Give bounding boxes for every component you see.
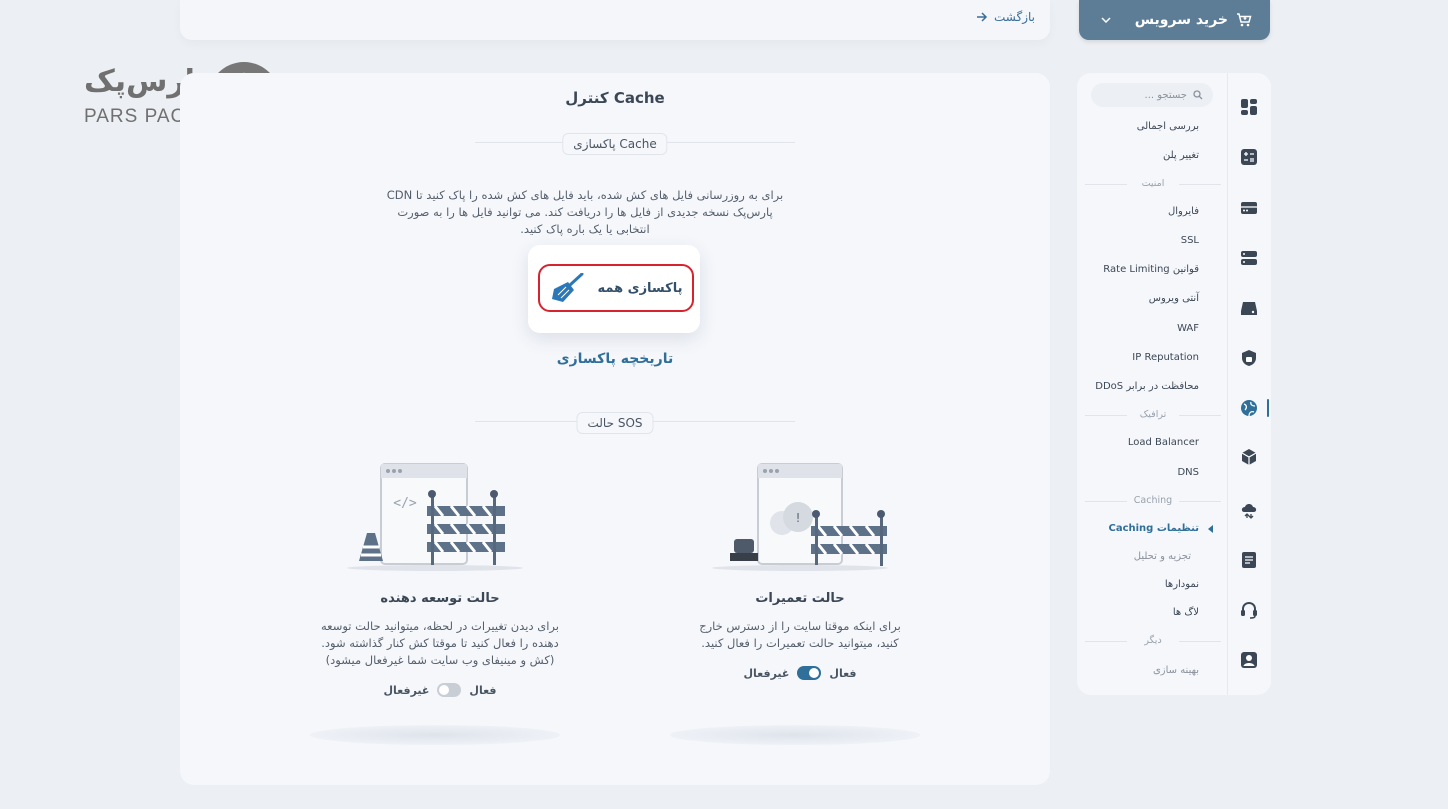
sidebar-item-ddos[interactable]: محافظت در برابر DDoS <box>1095 381 1199 392</box>
toggle-off-label: غیرفعال <box>383 683 430 697</box>
globe-icon[interactable] <box>1240 399 1258 417</box>
sidebar-item-ip-reputation[interactable]: IP Reputation <box>1132 352 1199 363</box>
sidebar-item-ssl[interactable]: SSL <box>1181 235 1199 246</box>
search-placeholder: جستجو ... <box>1144 89 1187 101</box>
other-heading: دیگر <box>1085 635 1221 646</box>
dashboard-icon[interactable] <box>1240 98 1258 116</box>
maintenance-title: حالت تعمیرات <box>755 591 845 606</box>
sidebar-item-caching-settings[interactable]: تنظیمات Caching <box>1109 523 1200 534</box>
svg-text:</>: </> <box>393 496 417 511</box>
database-icon[interactable] <box>1240 249 1258 267</box>
toggle-off-label: غیرفعال <box>743 666 790 680</box>
developer-mode: حالت توسعه دهنده برای دیدن تغییرات در لح… <box>290 591 590 697</box>
buy-service-button[interactable]: خرید سرویس <box>1079 0 1270 40</box>
user-icon[interactable] <box>1240 651 1258 669</box>
broom-icon <box>551 273 584 302</box>
buy-service-label: خرید سرویس <box>1134 12 1228 28</box>
sidebar-item-antivirus[interactable]: آنتی ویروس <box>1149 293 1199 304</box>
developer-toggle[interactable] <box>437 683 462 697</box>
sos-section-tag: حالت SOS <box>576 412 654 434</box>
developer-title: حالت توسعه دهنده <box>380 591 500 606</box>
sidebar-item-firewall[interactable]: فایروال <box>1168 206 1199 217</box>
sidebar-item-overview[interactable]: بررسی اجمالی <box>1137 121 1199 132</box>
back-link[interactable]: بازگشت <box>976 10 1035 24</box>
card-shadow <box>310 725 560 745</box>
maintenance-toggle-row: فعال غیرفعال <box>650 666 950 680</box>
purge-section-tag: پاکسازی Cache <box>562 133 668 155</box>
sidebar-item-logs[interactable]: لاگ ها <box>1173 607 1199 618</box>
developer-description: برای دیدن تغییرات در لحظه، میتوانید حالت… <box>321 619 559 667</box>
svg-text:!: ! <box>796 511 801 525</box>
maintenance-toggle[interactable] <box>797 666 822 680</box>
developer-toggle-row: فعال غیرفعال <box>290 683 590 697</box>
caching-heading: Caching <box>1085 495 1221 506</box>
sidebar-icon-rail <box>1227 73 1271 695</box>
traffic-heading: ترافیک <box>1085 409 1221 420</box>
sidebar-item-charts[interactable]: نمودارها <box>1165 579 1199 590</box>
sidebar-menu: جستجو ... بررسی اجمالی تغییر پلن امنیت ف… <box>1077 73 1227 695</box>
maintenance-description: برای اینکه موقتا سایت را از دسترس خارج ک… <box>699 619 901 650</box>
purge-all-button[interactable]: پاکسازی همه <box>538 264 694 312</box>
cache-control-panel: کنترل Cache پاکسازی Cache برای به روزرسا… <box>180 73 1050 785</box>
top-bar: بازگشت <box>180 0 1050 40</box>
maintenance-mode: حالت تعمیرات برای اینکه موقتا سایت را از… <box>650 591 950 680</box>
sidebar-item-dns[interactable]: DNS <box>1177 467 1199 478</box>
search-icon <box>1193 90 1203 100</box>
sidebar: جستجو ... بررسی اجمالی تغییر پلن امنیت ف… <box>1077 73 1271 695</box>
sidebar-item-optimization[interactable]: بهینه سازی <box>1153 665 1199 676</box>
page-title: کنترل Cache <box>565 89 665 107</box>
lock-icon[interactable] <box>1240 349 1258 367</box>
sidebar-item-analysis[interactable]: تجزیه و تحلیل <box>1134 551 1191 562</box>
arrow-right-icon <box>977 12 988 22</box>
back-label: بازگشت <box>994 10 1035 24</box>
sidebar-item-load-balancer[interactable]: Load Balancer <box>1128 437 1199 448</box>
sidebar-search-input[interactable]: جستجو ... <box>1091 83 1213 107</box>
purge-all-card: پاکسازی همه <box>528 245 700 333</box>
active-caret-icon <box>1208 525 1213 533</box>
developer-illustration: </> <box>347 463 523 571</box>
cloud-sync-icon[interactable] <box>1240 501 1258 519</box>
security-heading: امنیت <box>1085 178 1221 189</box>
chevron-down-icon <box>1101 17 1111 23</box>
sidebar-item-rate-limiting[interactable]: قوانین Rate Limiting <box>1103 264 1199 275</box>
calculator-icon[interactable] <box>1240 148 1258 166</box>
headset-icon[interactable] <box>1240 601 1258 619</box>
purge-description: برای به روزرسانی فایل های کش شده، باید ف… <box>386 188 784 236</box>
purge-all-label: پاکسازی همه <box>597 280 683 296</box>
active-rail-indicator <box>1267 399 1269 417</box>
storage-icon[interactable] <box>1240 299 1258 317</box>
sidebar-item-change-plan[interactable]: تغییر پلن <box>1163 150 1199 161</box>
maintenance-illustration: ! <box>712 463 888 571</box>
card-shadow <box>670 725 920 745</box>
purge-history-link[interactable]: تاریخچه پاکسازی <box>180 351 1050 367</box>
toggle-on-label: فعال <box>469 683 497 697</box>
toggle-on-label: فعال <box>829 666 857 680</box>
server-icon[interactable] <box>1240 199 1258 217</box>
cart-icon <box>1237 13 1252 27</box>
sidebar-item-waf[interactable]: WAF <box>1177 323 1199 334</box>
cube-icon[interactable] <box>1240 448 1258 466</box>
document-icon[interactable] <box>1240 551 1258 569</box>
